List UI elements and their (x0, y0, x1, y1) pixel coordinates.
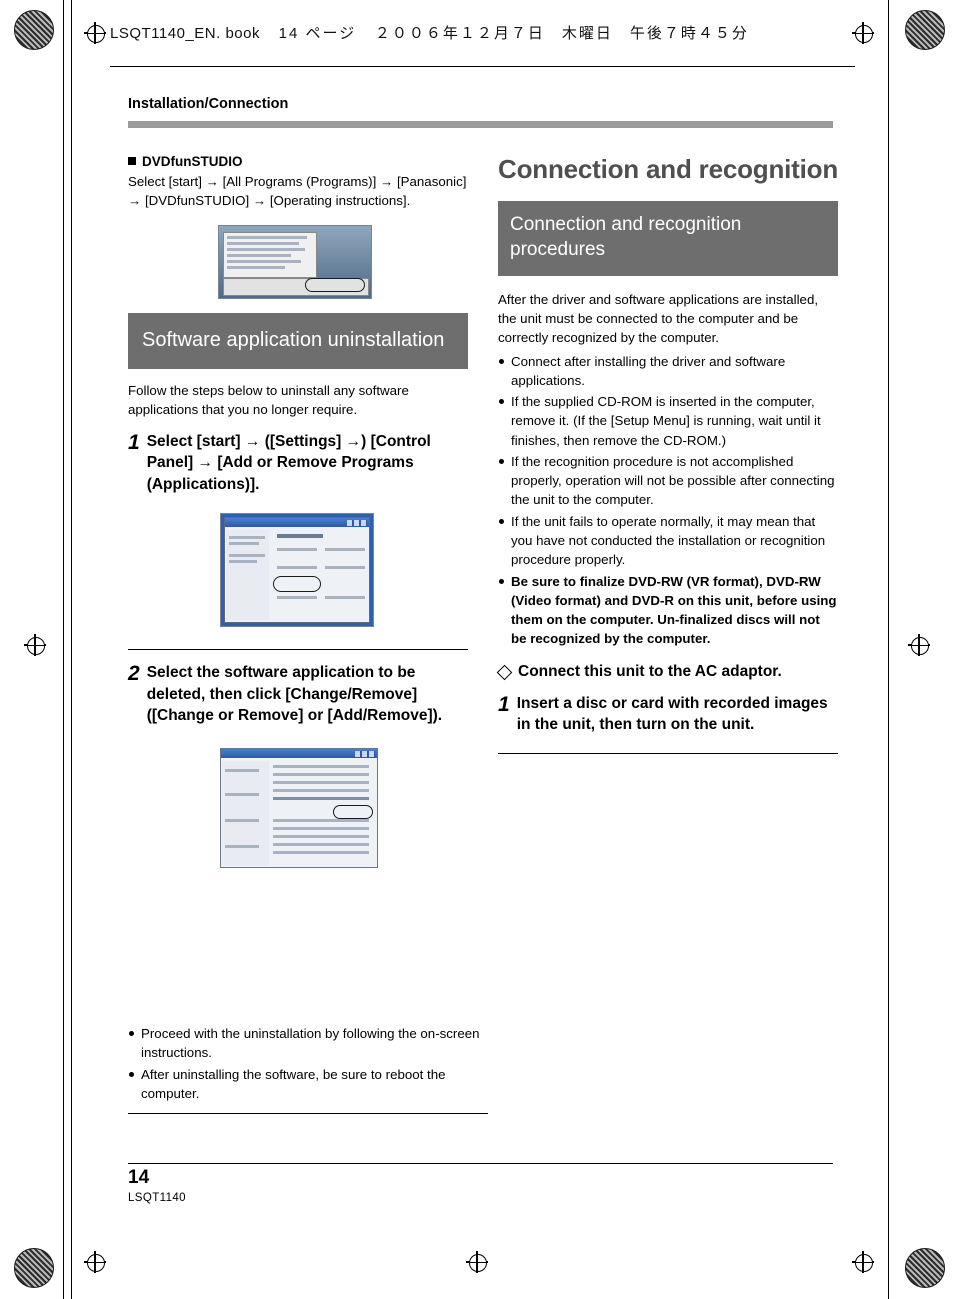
list-item: Connect after installing the driver and … (498, 352, 838, 391)
list-item: If the supplied CD-ROM is inserted in th… (498, 392, 838, 450)
step-number: 2 (128, 662, 140, 686)
step-text: Insert a disc or card with recorded imag… (516, 694, 828, 733)
page-title: Connection and recognition (498, 154, 839, 184)
uninstall-step-1: 1 Select [start] → ([Settings] →) [Contr… (128, 431, 468, 495)
section-accent-bar (128, 121, 833, 128)
registration-mark-icon (852, 1251, 874, 1273)
corner-pattern-top-right (905, 10, 945, 50)
screenshot-highlight-pill (273, 576, 321, 593)
step-text: Select [start] → ([Settings] →) [Control… (146, 433, 431, 493)
step-number: 1 (128, 431, 140, 455)
list-item: If the unit fails to operate normally, i… (498, 512, 838, 570)
registration-mark-icon (84, 22, 106, 44)
list-item: After uninstalling the software, be sure… (128, 1065, 488, 1104)
registration-mark-icon (908, 634, 930, 656)
dvdfunstudio-heading-label: DVDfunSTUDIO (142, 154, 243, 169)
corner-pattern-bottom-left (14, 1248, 54, 1288)
right-trim-rule (888, 0, 889, 1299)
left-trim-rule-inner (71, 0, 72, 1299)
bottom-notes-list: Proceed with the uninstallation by follo… (128, 1024, 488, 1103)
corner-pattern-bottom-right (905, 1248, 945, 1288)
page-content: Installation/Connection DVDfunSTUDIO Sel… (128, 96, 838, 869)
screenshot-titlebar (225, 518, 369, 528)
square-bullet-icon (128, 157, 136, 165)
list-item: If the recognition procedure is not acco… (498, 452, 838, 510)
left-column: DVDfunSTUDIO Select [start] → [All Progr… (128, 154, 468, 869)
screenshot-highlight-pill (333, 805, 373, 820)
header-page-info: 14 ページ (278, 25, 357, 42)
ac-adaptor-note: Connect this unit to the AC adaptor. (498, 663, 838, 681)
screenshot-window (224, 517, 370, 624)
procedures-band: Connection and recognition procedures (498, 201, 838, 276)
page-number: 14 (128, 1167, 150, 1188)
right-column-divider (498, 753, 838, 755)
screenshot-add-remove-programs (220, 748, 378, 869)
screenshot-start-menu (218, 224, 372, 299)
recognition-notes-list: Connect after installing the driver and … (498, 352, 838, 649)
registration-mark-icon (24, 634, 46, 656)
document-id: LSQT1140 (128, 1192, 186, 1204)
left-trim-rule-outer (63, 0, 64, 1299)
print-file-header: LSQT1140_EN. book 14 ページ ２００６年１２月７日 木曜日 … (110, 22, 870, 43)
list-item: Be sure to finalize DVD-RW (VR format), … (498, 572, 838, 649)
screenshot-control-panel (220, 513, 374, 628)
screenshot-sidebar (222, 761, 269, 866)
recognition-intro: After the driver and software applicatio… (498, 291, 819, 346)
uninstall-step-2: 2 Select the software application to be … (128, 662, 468, 726)
uninstall-lead-text: Follow the steps below to uninstall any … (128, 382, 409, 417)
dvdfunstudio-heading: DVDfunSTUDIO (128, 154, 468, 169)
header-date: ２００６年１２月７日 木曜日 午後７時４５分 (374, 25, 749, 42)
left-column-divider (128, 649, 468, 651)
header-divider (110, 66, 855, 67)
registration-mark-icon (466, 1251, 488, 1273)
bottom-notes: Proceed with the uninstallation by follo… (128, 1020, 488, 1115)
procedures-band-label: Connection and recognition procedures (510, 214, 742, 260)
list-item: Proceed with the uninstallation by follo… (128, 1024, 488, 1063)
screenshot-highlight-pill (305, 277, 365, 292)
step-number: 1 (498, 692, 510, 716)
section-title: Installation/Connection (128, 96, 289, 112)
footer-divider (128, 1163, 833, 1164)
corner-pattern-top-left (14, 10, 54, 50)
uninstall-title-label: Software application uninstallation (142, 328, 445, 351)
step-text: Select the software application to be de… (146, 664, 443, 724)
bottom-notes-divider (128, 1113, 488, 1115)
header-filename: LSQT1140_EN. book (110, 25, 260, 42)
screenshot-titlebar (221, 749, 377, 759)
dvdfunstudio-body: Select [start] → [All Programs (Programs… (128, 174, 467, 209)
connection-step-1: 1 Insert a disc or card with recorded im… (498, 693, 838, 736)
registration-mark-icon (84, 1251, 106, 1273)
ac-adaptor-note-label: Connect this unit to the AC adaptor. (518, 662, 782, 680)
uninstall-title-box: Software application uninstallation (128, 312, 468, 369)
right-column: Connection and recognition Connection an… (498, 154, 839, 755)
